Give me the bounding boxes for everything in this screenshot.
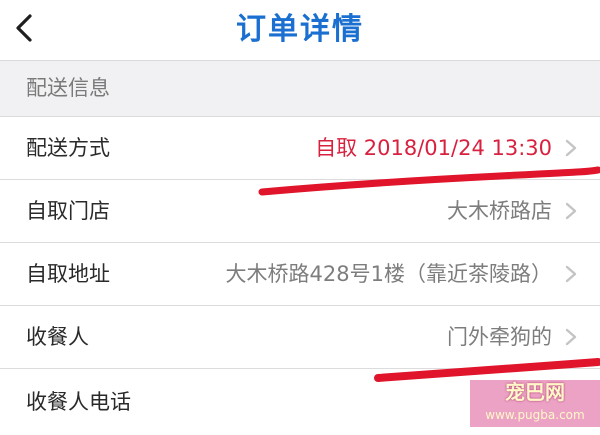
chevron-right-icon [565, 202, 577, 220]
section-title: 配送信息 [26, 76, 110, 100]
row-label: 收餐人电话 [26, 390, 131, 414]
row-recipient[interactable]: 收餐人 门外牵狗的 [0, 306, 600, 369]
watermark-url: www.pugba.com [485, 408, 585, 422]
chevron-right-icon [565, 328, 577, 346]
row-label: 自取地址 [26, 262, 110, 286]
watermark-logo-text: 宠巴网 [505, 380, 565, 404]
row-value: 门外牵狗的 [447, 325, 552, 349]
section-header: 配送信息 [0, 61, 600, 117]
row-label: 配送方式 [26, 136, 110, 160]
row-delivery-method[interactable]: 配送方式 自取 2018/01/24 13:30 [0, 117, 600, 180]
row-value: 大木桥路店 [447, 199, 552, 223]
row-value: 自取 2018/01/24 13:30 [315, 136, 552, 160]
row-label: 自取门店 [26, 199, 110, 223]
row-pickup-store[interactable]: 自取门店 大木桥路店 [0, 180, 600, 243]
page-title: 订单详情 [236, 12, 364, 47]
header-bar: 订单详情 [0, 0, 600, 61]
chevron-right-icon [565, 139, 577, 157]
row-label: 收餐人 [26, 325, 89, 349]
chevron-right-icon [565, 265, 577, 283]
row-value: 大木桥路428号1楼（靠近茶陵路） [225, 262, 552, 286]
row-pickup-address[interactable]: 自取地址 大木桥路428号1楼（靠近茶陵路） [0, 243, 600, 306]
